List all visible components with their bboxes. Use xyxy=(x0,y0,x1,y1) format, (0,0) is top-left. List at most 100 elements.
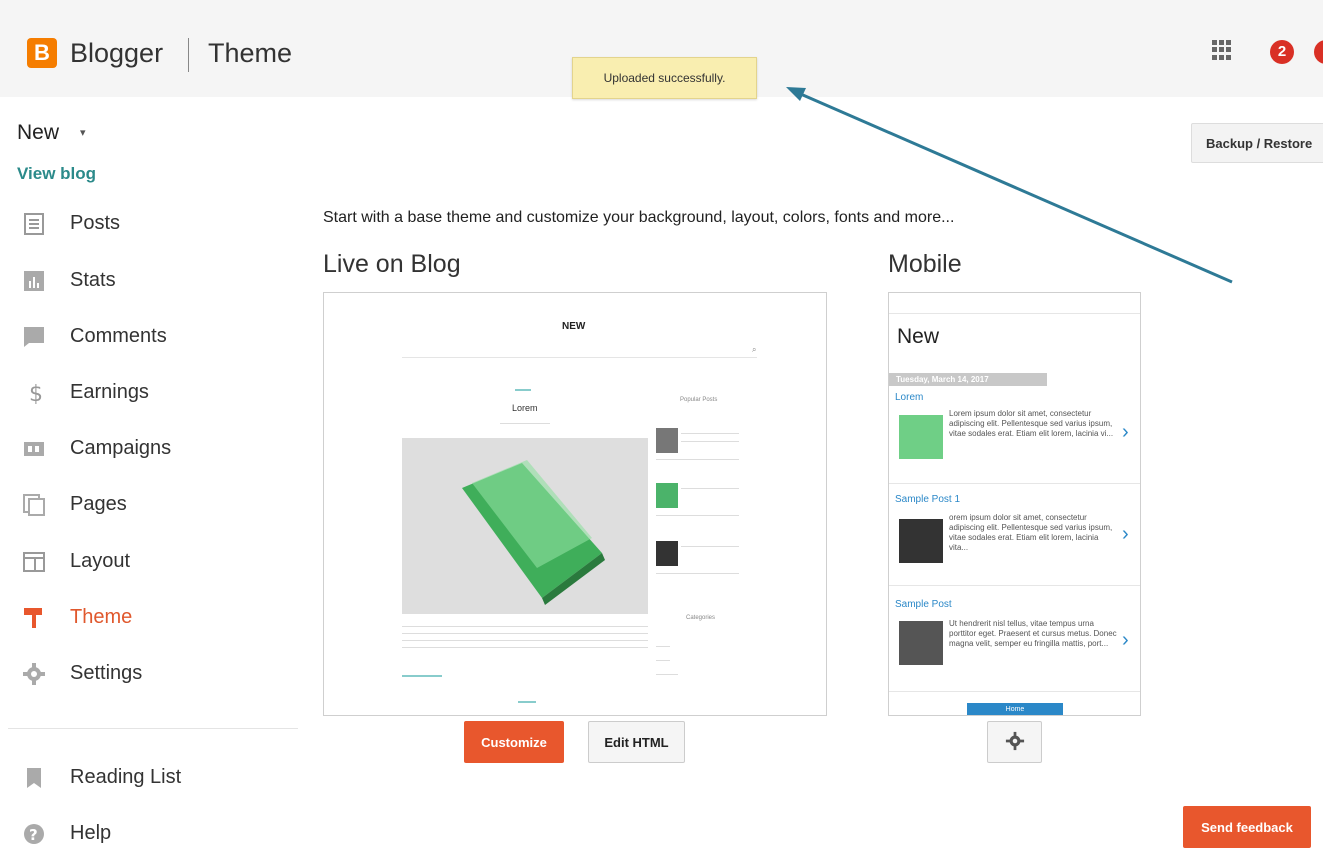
header-divider xyxy=(188,38,189,72)
sidebar-item-label: Comments xyxy=(70,325,167,347)
mobile-post-title[interactable]: Lorem xyxy=(895,392,923,403)
customize-button[interactable]: Customize xyxy=(464,721,564,763)
sidebar-item-stats[interactable]: Stats xyxy=(20,262,280,302)
preview-excerpt-line xyxy=(402,640,648,641)
sidebar-item-label: Reading List xyxy=(70,766,182,788)
notifications-badge[interactable]: 2 xyxy=(1270,40,1294,64)
sidebar-item-posts[interactable]: Posts xyxy=(20,205,280,245)
comments-icon xyxy=(24,327,44,347)
mobile-post-divider xyxy=(889,483,1140,484)
sidebar-item-settings[interactable]: Settings xyxy=(20,655,280,695)
mobile-date-header: Tuesday, March 14, 2017 xyxy=(889,373,1047,386)
sidebar-item-label: Posts xyxy=(70,212,121,234)
preview-popular-thumb xyxy=(656,483,678,508)
preview-share-link xyxy=(402,675,442,677)
preview-popular-line xyxy=(681,488,739,489)
mobile-post-divider xyxy=(889,585,1140,586)
sidebar-item-comments[interactable]: Comments xyxy=(20,318,280,358)
sidebar-item-earnings[interactable]: $ Earnings xyxy=(20,374,280,414)
sidebar-item-label: Help xyxy=(70,822,112,844)
chevron-right-icon[interactable]: › xyxy=(1122,523,1129,546)
preview-post-date xyxy=(515,389,531,391)
preview-excerpt-line xyxy=(402,626,648,627)
preview-post-title: Lorem xyxy=(512,403,538,413)
preview-post-meta xyxy=(500,423,550,424)
edit-html-button[interactable]: Edit HTML xyxy=(588,721,685,763)
preview-search-bar xyxy=(402,357,757,358)
preview-category xyxy=(656,674,678,675)
theme-icon xyxy=(24,608,42,628)
sidebar-item-reading-list[interactable]: Reading List xyxy=(20,759,280,799)
backup-restore-button[interactable]: Backup / Restore xyxy=(1191,123,1323,163)
preview-category xyxy=(656,646,670,647)
mobile-theme-preview[interactable]: New Tuesday, March 14, 2017 Lorem Lorem … xyxy=(888,292,1141,716)
mobile-heading: Mobile xyxy=(888,250,962,278)
mobile-post-excerpt: orem ipsum dolor sit amet, consectetur a… xyxy=(949,513,1113,552)
preview-popular-line xyxy=(656,515,739,516)
pages-icon xyxy=(23,494,45,516)
sidebar-item-label: Stats xyxy=(70,269,116,291)
mobile-top-rule xyxy=(889,313,1140,314)
svg-text:?: ? xyxy=(29,826,38,844)
preview-popular-line xyxy=(681,441,739,442)
preview-excerpt-line xyxy=(402,633,648,634)
mobile-settings-button[interactable] xyxy=(987,721,1042,763)
preview-popular-line xyxy=(656,573,739,574)
chevron-right-icon[interactable]: › xyxy=(1122,421,1129,444)
mobile-post-thumbnail xyxy=(899,415,943,459)
mobile-blog-title: New xyxy=(897,325,940,348)
settings-icon xyxy=(23,663,45,685)
sidebar-item-theme[interactable]: Theme xyxy=(20,599,280,639)
preview-blog-title: NEW xyxy=(562,321,586,332)
preview-next-date xyxy=(518,701,536,703)
mobile-post-thumbnail xyxy=(899,519,943,563)
posts-icon xyxy=(24,213,44,235)
sidebar-item-pages[interactable]: Pages xyxy=(20,486,280,526)
upload-success-toast: Uploaded successfully. xyxy=(572,57,757,99)
live-on-blog-heading: Live on Blog xyxy=(323,250,461,278)
campaigns-icon xyxy=(24,442,44,456)
logo-letter: B xyxy=(34,40,50,65)
sidebar-item-campaigns[interactable]: Campaigns xyxy=(20,430,280,470)
chevron-right-icon[interactable]: › xyxy=(1122,629,1129,652)
preview-popular-line xyxy=(681,433,739,434)
preview-popular-thumb xyxy=(656,541,678,566)
mobile-home-button[interactable]: Home xyxy=(967,703,1063,715)
help-icon: ? xyxy=(24,824,44,844)
gear-icon xyxy=(1005,731,1024,750)
earnings-icon: $ xyxy=(29,382,43,404)
sidebar-item-layout[interactable]: Layout xyxy=(20,543,280,583)
brand-name[interactable]: Blogger xyxy=(70,38,163,69)
preview-sidebar-heading: Popular Posts xyxy=(680,397,718,403)
mobile-post-excerpt: Ut hendrerit nisl tellus, vitae tempus u… xyxy=(949,619,1117,648)
sidebar-item-help[interactable]: ? Help xyxy=(20,815,280,855)
blog-selector[interactable]: New xyxy=(17,121,59,145)
phone-mockup-image xyxy=(402,438,648,614)
preview-popular-line xyxy=(656,459,739,460)
send-feedback-button[interactable]: Send feedback xyxy=(1183,806,1311,848)
live-theme-preview[interactable]: NEW ⌕ Lorem Popular Posts Categories xyxy=(323,292,827,716)
bookmark-icon xyxy=(27,768,41,788)
sidebar-item-label: Pages xyxy=(70,493,127,515)
mobile-post-title[interactable]: Sample Post 1 xyxy=(895,494,960,505)
preview-excerpt-line xyxy=(402,647,648,648)
blogger-logo-icon[interactable]: B xyxy=(27,38,57,68)
mobile-post-excerpt: Lorem ipsum dolor sit amet, consectetur … xyxy=(949,409,1114,438)
mobile-post-title[interactable]: Sample Post xyxy=(895,599,952,610)
sidebar-divider xyxy=(8,728,298,729)
view-blog-link[interactable]: View blog xyxy=(17,164,96,184)
page-title: Theme xyxy=(208,38,293,68)
mobile-post-thumbnail xyxy=(899,621,943,665)
sidebar-item-label: Campaigns xyxy=(70,437,172,459)
apps-grid-icon[interactable] xyxy=(1212,40,1232,60)
sidebar-item-label: Earnings xyxy=(70,381,149,403)
preview-categories-heading: Categories xyxy=(686,615,716,621)
preview-post-image xyxy=(402,438,648,614)
chevron-down-icon[interactable]: ▾ xyxy=(80,126,86,139)
sidebar-item-label: Layout xyxy=(70,550,131,572)
sidebar-item-label: Theme xyxy=(70,606,133,628)
preview-search-icon: ⌕ xyxy=(752,345,757,354)
intro-text: Start with a base theme and customize yo… xyxy=(323,209,955,226)
layout-icon xyxy=(23,552,45,572)
stats-icon xyxy=(24,271,44,291)
